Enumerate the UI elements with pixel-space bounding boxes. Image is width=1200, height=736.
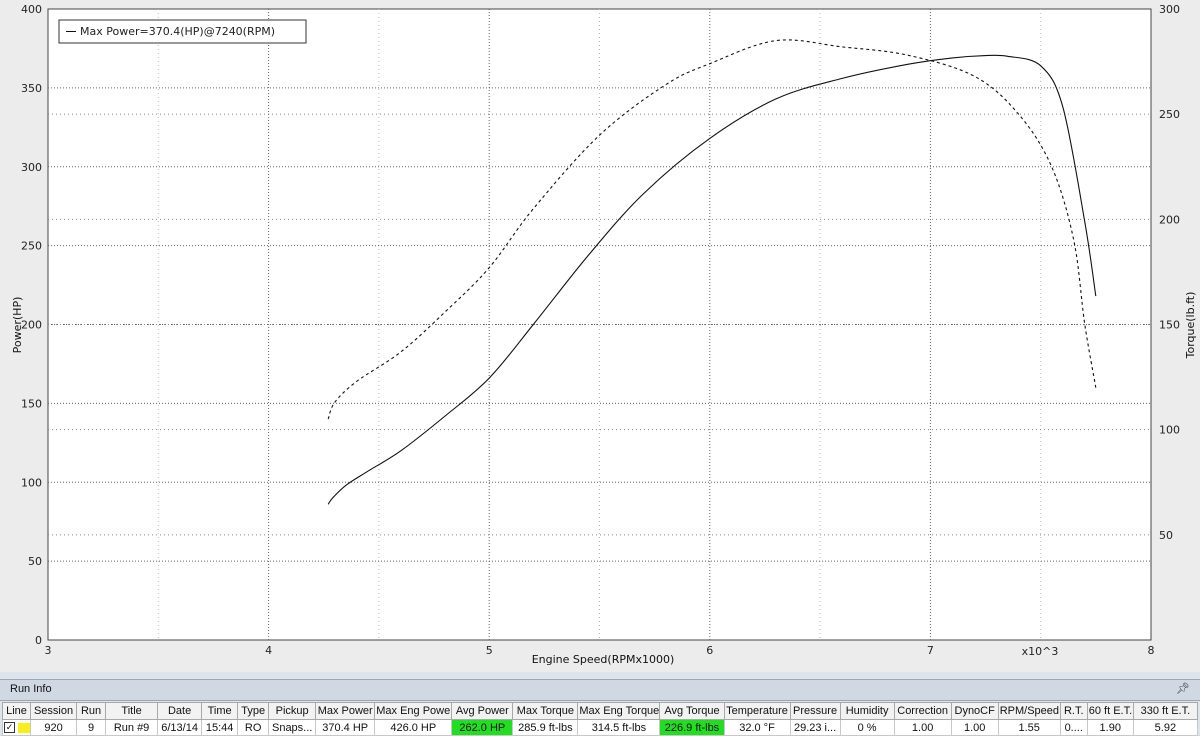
cell-dynocf: 1.00 bbox=[950, 719, 999, 736]
y-tick-label: 50 bbox=[28, 555, 42, 568]
legend: Max Power=370.4(HP)@7240(RPM) bbox=[58, 19, 307, 44]
run-info-table: Line Session Run Title Date Time Type Pi… bbox=[1, 702, 1199, 736]
col-run[interactable]: Run bbox=[76, 702, 107, 720]
col-avg-power[interactable]: Avg Power bbox=[451, 702, 514, 720]
y-right-tick-label: 50 bbox=[1159, 529, 1173, 542]
x-tick-label: 7 bbox=[927, 644, 934, 657]
cell-60ft-et: 1.90 bbox=[1086, 719, 1134, 736]
line-color-swatch bbox=[18, 722, 30, 733]
y-right-axis-label: Torque(lb.ft) bbox=[1184, 292, 1197, 360]
x-multiplier-label: x10^3 bbox=[1022, 645, 1059, 658]
col-temperature[interactable]: Temperature bbox=[723, 702, 791, 720]
cell-max-power: 370.4 HP bbox=[315, 719, 376, 736]
cell-max-eng-torque: 314.5 ft-lbs bbox=[577, 719, 661, 736]
cell-type: RO bbox=[237, 719, 270, 736]
run-info-panel: Run Info 📌︎ Line Session Run Title Date … bbox=[0, 672, 1200, 736]
cell-time: 15:44 bbox=[201, 719, 239, 736]
col-max-eng-torque[interactable]: Max Eng Torque bbox=[577, 702, 661, 720]
x-tick-label: 8 bbox=[1148, 644, 1155, 657]
y-tick-label: 350 bbox=[21, 82, 42, 95]
cell-avg-power: 262.0 HP bbox=[451, 719, 514, 736]
table-row[interactable]: ✓ 920 9 Run #9 6/13/14 15:44 RO Snaps...… bbox=[1, 719, 1199, 736]
x-axis-label: Engine Speed(RPMx1000) bbox=[532, 653, 675, 666]
cell-pickup: Snaps... bbox=[268, 719, 317, 736]
cell-run: 9 bbox=[76, 719, 107, 736]
col-max-power[interactable]: Max Power bbox=[315, 702, 376, 720]
run-info-title: Run Info bbox=[10, 683, 52, 695]
col-rpm-speed[interactable]: RPM/Speed bbox=[997, 702, 1061, 720]
cell-date: 6/13/14 bbox=[157, 719, 203, 736]
cell-avg-torque: 226.9 ft-lbs bbox=[659, 719, 725, 736]
line-visible-checkbox[interactable]: ✓ bbox=[4, 722, 15, 734]
y-tick-label: 150 bbox=[21, 397, 42, 410]
col-330ft-et[interactable]: 330 ft E.T. bbox=[1132, 702, 1199, 720]
col-line[interactable]: Line bbox=[1, 702, 32, 720]
col-rt[interactable]: R.T. bbox=[1059, 702, 1088, 720]
cell-humidity: 0 % bbox=[839, 719, 895, 736]
col-pressure[interactable]: Pressure bbox=[789, 702, 841, 720]
run-info-header: Run Info 📌︎ bbox=[0, 679, 1200, 701]
col-max-eng-power[interactable]: Max Eng Power bbox=[374, 702, 453, 720]
y-right-tick-label: 150 bbox=[1159, 319, 1180, 332]
pin-icon[interactable]: 📌︎ bbox=[1176, 682, 1190, 695]
col-60ft-et[interactable]: 60 ft E.T. bbox=[1086, 702, 1134, 720]
y-tick-labels: 0 50 100 150 200 250 300 350 400 bbox=[21, 3, 42, 647]
col-dynocf[interactable]: DynoCF bbox=[950, 702, 999, 720]
x-tick-label: 3 bbox=[45, 644, 52, 657]
y-right-tick-label: 300 bbox=[1159, 3, 1180, 16]
dyno-chart-panel: 3 4 5 6 7 8 0 50 100 150 200 250 300 350 400 50 100 150… bbox=[0, 0, 1200, 672]
y-right-tick-label: 100 bbox=[1159, 424, 1180, 437]
y-tick-label: 100 bbox=[21, 476, 42, 489]
cell-max-eng-power: 426.0 HP bbox=[374, 719, 453, 736]
x-tick-label: 6 bbox=[706, 644, 713, 657]
table-header-row: Line Session Run Title Date Time Type Pi… bbox=[1, 702, 1199, 720]
col-avg-torque[interactable]: Avg Torque bbox=[659, 702, 725, 720]
col-max-torque[interactable]: Max Torque bbox=[512, 702, 579, 720]
col-session[interactable]: Session bbox=[30, 702, 78, 720]
cell-pressure: 29.23 i... bbox=[789, 719, 841, 736]
y-right-tick-label: 250 bbox=[1159, 108, 1180, 121]
cell-temperature: 32.0 °F bbox=[723, 719, 791, 736]
cell-rt: 0.... bbox=[1059, 719, 1088, 736]
y-right-tick-labels: 50 100 150 200 250 300 bbox=[1159, 3, 1180, 542]
col-date[interactable]: Date bbox=[157, 702, 203, 720]
dyno-chart: 3 4 5 6 7 8 0 50 100 150 200 250 300 350 400 50 100 150… bbox=[11, 3, 1197, 666]
cell-correction: 1.00 bbox=[893, 719, 952, 736]
y-tick-label: 0 bbox=[35, 634, 42, 647]
y-axis-label: Power(HP) bbox=[11, 297, 24, 354]
cell-session: 920 bbox=[30, 719, 78, 736]
y-tick-label: 250 bbox=[21, 240, 42, 253]
y-right-tick-label: 200 bbox=[1159, 213, 1180, 226]
x-tick-label: 5 bbox=[486, 644, 493, 657]
col-type[interactable]: Type bbox=[237, 702, 270, 720]
cell-330ft-et: 5.92 bbox=[1132, 719, 1199, 736]
x-tick-label: 4 bbox=[265, 644, 272, 657]
cell-title: Run #9 bbox=[105, 719, 159, 736]
cell-rpm-speed: 1.55 bbox=[997, 719, 1061, 736]
col-correction[interactable]: Correction bbox=[893, 702, 952, 720]
y-tick-label: 400 bbox=[21, 3, 42, 16]
cell-line[interactable]: ✓ bbox=[1, 719, 32, 736]
y-tick-label: 300 bbox=[21, 161, 42, 174]
col-title[interactable]: Title bbox=[105, 702, 159, 720]
cell-max-torque: 285.9 ft-lbs bbox=[512, 719, 579, 736]
col-humidity[interactable]: Humidity bbox=[839, 702, 895, 720]
legend-entry-max-power: Max Power=370.4(HP)@7240(RPM) bbox=[80, 25, 275, 38]
col-pickup[interactable]: Pickup bbox=[268, 702, 317, 720]
col-time[interactable]: Time bbox=[201, 702, 239, 720]
y-tick-label: 200 bbox=[21, 319, 42, 332]
